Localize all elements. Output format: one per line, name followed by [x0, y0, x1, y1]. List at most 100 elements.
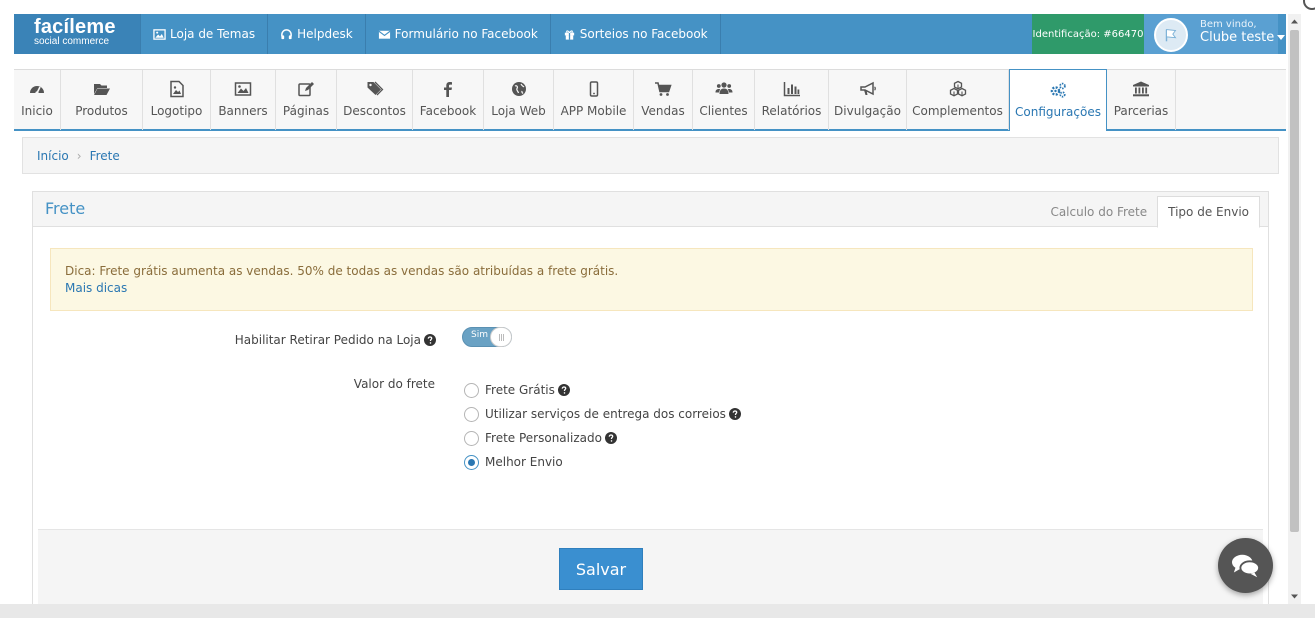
question-circle-icon[interactable] [728, 408, 741, 420]
welcome-text: Bem vindo, [1200, 19, 1257, 30]
tags-icon [366, 80, 384, 104]
caret-down-icon [1277, 35, 1286, 40]
toplink-formulario-facebook[interactable]: Formulário no Facebook [366, 14, 551, 54]
tip-alert: Dica: Frete grátis aumenta as vendas. 50… [50, 248, 1253, 311]
nav-banners[interactable]: Banners [211, 70, 276, 130]
more-tips-link[interactable]: Mais dicas [65, 280, 1238, 297]
user-name: Clube teste [1200, 30, 1286, 45]
form-footer: Salvar [38, 529, 1263, 611]
bottom-strip [0, 604, 1315, 618]
identification-badge: Identificação: #66470 [1032, 14, 1144, 54]
bank-icon [1132, 80, 1150, 104]
cogs-icon [1049, 81, 1067, 105]
tab-tipo-de-envio[interactable]: Tipo de Envio [1157, 196, 1260, 228]
radio-button-checked[interactable] [464, 454, 479, 470]
toplink-loja-de-temas[interactable]: Loja de Temas [140, 14, 269, 54]
dashboard-icon [28, 80, 46, 104]
chat-button[interactable] [1218, 538, 1273, 593]
nav-complementos[interactable]: Complementos [907, 70, 1009, 130]
facebook-icon [439, 80, 457, 104]
file-image-icon [168, 80, 186, 104]
user-menu[interactable]: Bem vindo, Clube teste [1144, 14, 1286, 54]
question-circle-icon[interactable] [557, 384, 570, 396]
nav-loja-web[interactable]: Loja Web [484, 70, 554, 130]
main-nav: Inicio Produtos Logotipo Banners Páginas… [14, 69, 1286, 131]
envelope-icon [378, 28, 391, 41]
brand-logo[interactable]: facíleme social commerce [14, 14, 140, 54]
radio-label: Melhor Envio [485, 455, 563, 469]
pickup-label: Habilitar Retirar Pedido na Loja [235, 333, 436, 347]
chat-icon [1230, 552, 1262, 580]
picture-icon [234, 80, 252, 104]
cubes-icon [949, 80, 967, 104]
radio-label: Utilizar serviços de entrega dos correio… [485, 407, 726, 421]
tab-calculo-do-frete[interactable]: Calculo do Frete [1040, 196, 1157, 228]
bar-chart-icon [783, 80, 801, 104]
scroll-down-icon[interactable] [1290, 592, 1299, 601]
question-circle-icon[interactable] [604, 432, 617, 444]
toggle-label: Sim [471, 330, 488, 340]
nav-clientes[interactable]: Clientes [693, 70, 755, 130]
panel-title: Frete [45, 199, 86, 218]
top-bar: facíleme social commerce Loja de Temas H… [14, 14, 1286, 54]
toplink-label: Sorteios no Facebook [579, 27, 708, 41]
nav-paginas[interactable]: Páginas [276, 70, 337, 130]
nav-vendas[interactable]: Vendas [634, 70, 693, 130]
save-button[interactable]: Salvar [559, 548, 643, 590]
image-icon [153, 28, 166, 41]
cart-icon [654, 80, 672, 104]
brand-tagline: social commerce [34, 36, 110, 47]
radio-button[interactable] [464, 406, 479, 422]
scrollbar-thumb[interactable] [1290, 30, 1299, 532]
avatar [1154, 18, 1188, 52]
bullhorn-icon [859, 80, 877, 104]
mobile-icon [585, 80, 603, 104]
top-links: Loja de Temas Helpdesk Formulário no Fac… [140, 14, 721, 54]
flag-icon [1162, 26, 1180, 44]
radio-label: Frete Personalizado [485, 431, 602, 445]
chevron-right-icon: › [76, 148, 82, 163]
breadcrumb-current[interactable]: Frete [90, 149, 120, 163]
folder-open-icon [93, 80, 111, 104]
alert-text: Dica: Frete grátis aumenta as vendas. 50… [65, 264, 619, 278]
nav-divulgacao[interactable]: Divulgação [829, 70, 907, 130]
radio-button[interactable] [464, 430, 479, 446]
brand-name: facíleme [34, 16, 116, 38]
breadcrumb-home[interactable]: Início [37, 149, 69, 163]
gift-icon [563, 28, 576, 41]
nav-logotipo[interactable]: Logotipo [143, 70, 211, 130]
radio-melhor-envio[interactable]: Melhor Envio [464, 450, 741, 474]
nav-relatorios[interactable]: Relatórios [755, 70, 829, 130]
edit-icon [297, 80, 315, 104]
radio-correios[interactable]: Utilizar serviços de entrega dos correio… [464, 402, 741, 426]
toplink-label: Formulário no Facebook [394, 27, 538, 41]
radio-button[interactable] [464, 382, 479, 398]
nav-inicio[interactable]: Inicio [14, 70, 61, 130]
browser-window: facíleme social commerce Loja de Temas H… [0, 0, 1315, 618]
radio-frete-personalizado[interactable]: Frete Personalizado [464, 426, 741, 450]
users-icon [715, 80, 733, 104]
toggle-knob [490, 327, 512, 347]
headphones-icon [280, 28, 293, 41]
shipping-panel: Frete Calculo do Frete Tipo de Envio Dic… [32, 191, 1269, 611]
breadcrumb: Início › Frete [22, 137, 1279, 174]
toplink-label: Loja de Temas [170, 27, 256, 41]
panel-tabs: Calculo do Frete Tipo de Envio [1040, 196, 1260, 228]
toplink-helpdesk[interactable]: Helpdesk [268, 14, 366, 54]
radio-frete-gratis[interactable]: Frete Grátis [464, 378, 741, 402]
window-close-icon[interactable] [1303, 0, 1315, 10]
nav-parcerias[interactable]: Parcerias [1107, 70, 1176, 130]
nav-configuracoes[interactable]: Configurações [1009, 69, 1107, 131]
nav-descontos[interactable]: Descontos [337, 70, 413, 130]
nav-app-mobile[interactable]: APP Mobile [554, 70, 634, 130]
shipping-value-label: Valor do frete [353, 377, 435, 391]
question-circle-icon[interactable] [424, 334, 436, 346]
nav-facebook[interactable]: Facebook [413, 70, 484, 130]
toplink-sorteios-facebook[interactable]: Sorteios no Facebook [551, 14, 721, 54]
scroll-up-icon[interactable] [1290, 17, 1299, 26]
radio-label: Frete Grátis [485, 383, 555, 397]
toplink-label: Helpdesk [297, 27, 353, 41]
shipping-options: Frete Grátis Utilizar serviços de entreg… [464, 378, 741, 474]
pickup-toggle[interactable]: Sim [462, 327, 512, 347]
nav-produtos[interactable]: Produtos [61, 70, 143, 130]
